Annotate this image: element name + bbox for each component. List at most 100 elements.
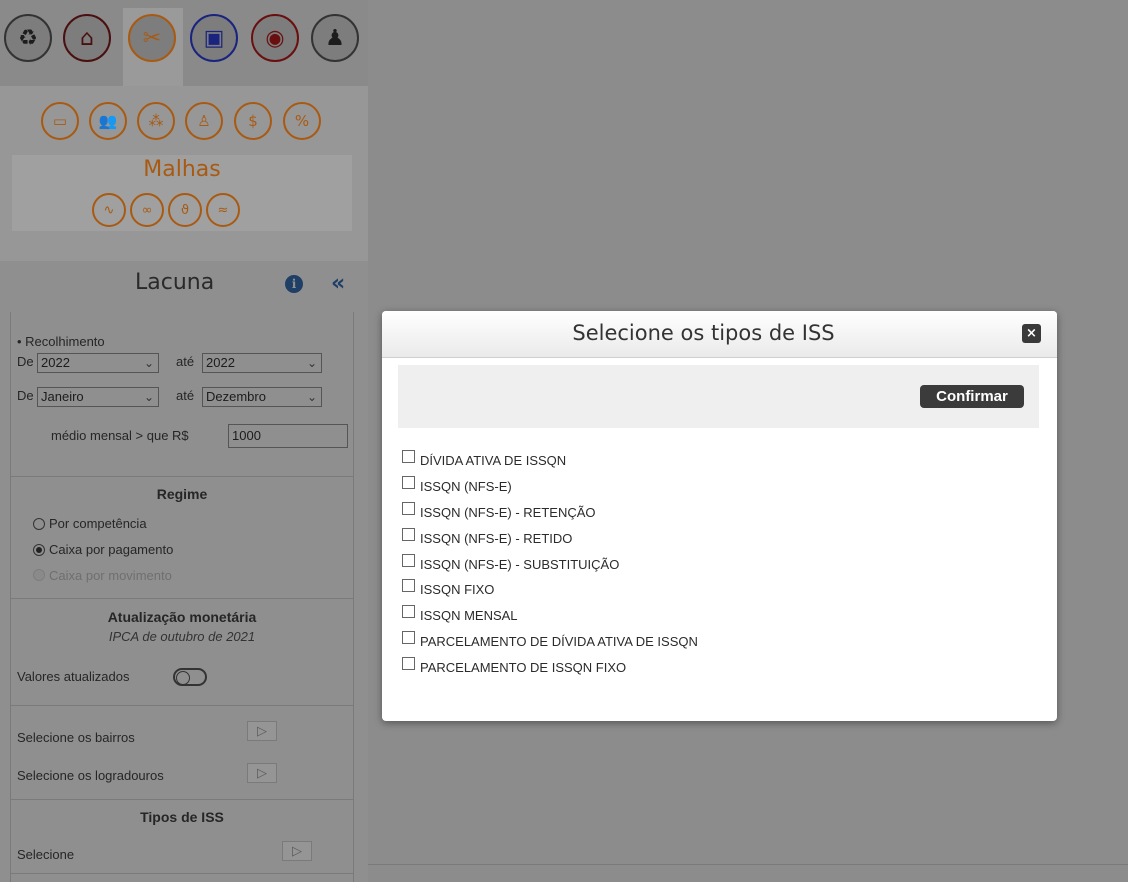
iss-option-item[interactable]: DÍVIDA ATIVA DE ISSQN — [402, 447, 1022, 473]
divider — [11, 476, 353, 477]
logradouros-arrow-button[interactable]: ▷ — [247, 763, 277, 783]
mesh-2-icon[interactable]: ∞ — [130, 193, 164, 227]
atualizacao-title: Atualização monetária — [107, 609, 257, 625]
iss-option-label: PARCELAMENTO DE DÍVIDA ATIVA DE ISSQN — [420, 633, 698, 649]
money-cycle-icon[interactable]: ♻ — [4, 14, 52, 62]
person-icon[interactable]: ♙ — [185, 102, 223, 140]
divider — [11, 598, 353, 599]
de-label: De — [17, 388, 34, 403]
filters-panel: • Recolhimento De 2022 ⌄ até 2022 ⌄ De Jan… — [10, 312, 354, 882]
de-label: De — [17, 354, 34, 369]
lacuna-title: Lacuna — [135, 270, 215, 295]
radio-label: Caixa por movimento — [49, 568, 172, 583]
radio-caixa-movimento — [33, 569, 45, 581]
divider — [368, 864, 1128, 865]
chevron-down-icon: ⌄ — [306, 390, 317, 404]
atualizacao-subtitle: IPCA de outubro de 2021 — [108, 629, 256, 644]
iss-option-checkbox[interactable] — [402, 579, 415, 593]
iss-option-label: ISSQN FIXO — [420, 582, 495, 598]
iss-types-modal: Selecione os tipos de ISS × Confirmar DÍ… — [382, 311, 1057, 721]
modal-toolbar: Confirmar — [398, 365, 1039, 428]
iss-option-item[interactable]: PARCELAMENTO DE DÍVIDA ATIVA DE ISSQN — [402, 628, 1022, 654]
tipos-iss-title: Tipos de ISS — [140, 809, 224, 825]
info-icon[interactable]: i — [285, 275, 303, 293]
divider — [11, 799, 353, 800]
malhas-title: Malhas — [143, 157, 221, 182]
percent-icon[interactable]: % — [283, 102, 321, 140]
iss-option-item[interactable]: ISSQN (NFS-E) - RETIDO — [402, 524, 1022, 550]
month-to-value: Dezembro — [206, 389, 266, 404]
close-button[interactable]: × — [1022, 324, 1041, 343]
iss-option-label: ISSQN (NFS-E) - SUBSTITUIÇÃO — [420, 556, 620, 572]
valores-toggle[interactable] — [173, 668, 207, 686]
iss-option-checkbox[interactable] — [402, 630, 415, 644]
medio-label: médio mensal > que R$ — [51, 428, 189, 443]
modal-title: Selecione os tipos de ISS — [572, 321, 835, 345]
iss-option-label: ISSQN (NFS-E) - RETIDO — [420, 530, 573, 546]
iss-option-label: ISSQN (NFS-E) — [420, 479, 512, 495]
chevron-down-icon: ⌄ — [143, 356, 154, 370]
user-icon[interactable]: ♟ — [311, 14, 359, 62]
year-from-value: 2022 — [41, 355, 70, 370]
modal-header: Selecione os tipos de ISS × — [382, 311, 1057, 358]
mesh-4-icon[interactable]: ≈ — [206, 193, 240, 227]
ate-label: até — [176, 354, 195, 369]
iss-option-item[interactable]: ISSQN FIXO — [402, 576, 1022, 602]
iss-option-label: ISSQN MENSAL — [420, 608, 518, 624]
confirm-button[interactable]: Confirmar — [920, 385, 1024, 408]
close-icon: × — [1026, 326, 1037, 341]
book-icon[interactable]: ▣ — [190, 14, 238, 62]
sidebar: ♻ ⌂ ✂ ▣ ◉ ♟ ▭ 👥 ⁂ ♙ $ % Malhas ∿ ∞ ϑ ≈ L… — [0, 0, 368, 882]
tipos-arrow-button[interactable]: ▷ — [282, 841, 312, 861]
divider — [11, 705, 353, 706]
divider — [11, 873, 353, 874]
year-to-select[interactable]: 2022 ⌄ — [202, 353, 322, 373]
iss-option-checkbox[interactable] — [402, 527, 415, 541]
year-from-select[interactable]: 2022 ⌄ — [37, 353, 159, 373]
collapse-icon[interactable]: « — [331, 271, 345, 296]
regime-title: Regime — [156, 486, 208, 502]
radio-caixa-pagamento[interactable] — [33, 544, 45, 556]
month-to-select[interactable]: Dezembro ⌄ — [202, 387, 322, 407]
home-icon[interactable]: ⌂ — [63, 14, 111, 62]
chevron-down-icon: ⌄ — [143, 390, 154, 404]
chevron-down-icon: ⌄ — [306, 356, 317, 370]
iss-option-checkbox[interactable] — [402, 501, 415, 515]
malhas-panel: Malhas ∿ ∞ ϑ ≈ — [12, 155, 352, 231]
ate-label: até — [176, 388, 195, 403]
card-icon[interactable]: ▭ — [41, 102, 79, 140]
iss-option-item[interactable]: ISSQN (NFS-E) - RETENÇÃO — [402, 499, 1022, 525]
mesh-3-icon[interactable]: ϑ — [168, 193, 202, 227]
bairros-label: Selecione os bairros — [17, 730, 135, 745]
iss-option-label: ISSQN (NFS-E) - RETENÇÃO — [420, 504, 596, 520]
medio-value-input[interactable]: 1000 — [228, 424, 348, 448]
month-from-select[interactable]: Janeiro ⌄ — [37, 387, 159, 407]
iss-option-checkbox[interactable] — [402, 605, 415, 619]
iss-option-item[interactable]: ISSQN MENSAL — [402, 602, 1022, 628]
iss-option-checkbox[interactable] — [402, 450, 415, 464]
year-to-value: 2022 — [206, 355, 235, 370]
logradouros-label: Selecione os logradouros — [17, 768, 164, 783]
mesh-1-icon[interactable]: ∿ — [92, 193, 126, 227]
iss-option-checkbox[interactable] — [402, 476, 415, 490]
month-from-value: Janeiro — [41, 389, 84, 404]
iss-option-label: PARCELAMENTO DE ISSQN FIXO — [420, 659, 627, 675]
top-nav: ♻ ⌂ ✂ ▣ ◉ ♟ — [0, 0, 368, 86]
radio-label: Caixa por pagamento — [49, 542, 174, 557]
iss-option-item[interactable]: ISSQN (NFS-E) — [402, 473, 1022, 499]
radio-por-competencia[interactable] — [33, 518, 45, 530]
iss-option-label: DÍVIDA ATIVA DE ISSQN — [420, 453, 567, 469]
valores-label: Valores atualizados — [17, 669, 130, 684]
professions-icon[interactable]: ✂ — [128, 14, 176, 62]
group-icon[interactable]: ⁂ — [137, 102, 175, 140]
iss-option-item[interactable]: ISSQN (NFS-E) - SUBSTITUIÇÃO — [402, 550, 1022, 576]
iss-option-checkbox[interactable] — [402, 553, 415, 567]
recolhimento-label: • Recolhimento — [17, 334, 105, 349]
iss-type-list: DÍVIDA ATIVA DE ISSQN ISSQN (NFS-E) ISSQN … — [402, 447, 1022, 679]
iss-option-checkbox[interactable] — [402, 656, 415, 670]
eye-icon[interactable]: ◉ — [251, 14, 299, 62]
iss-option-item[interactable]: PARCELAMENTO DE ISSQN FIXO — [402, 653, 1022, 679]
bairros-arrow-button[interactable]: ▷ — [247, 721, 277, 741]
money-bag-icon[interactable]: $ — [234, 102, 272, 140]
two-people-icon[interactable]: 👥 — [89, 102, 127, 140]
